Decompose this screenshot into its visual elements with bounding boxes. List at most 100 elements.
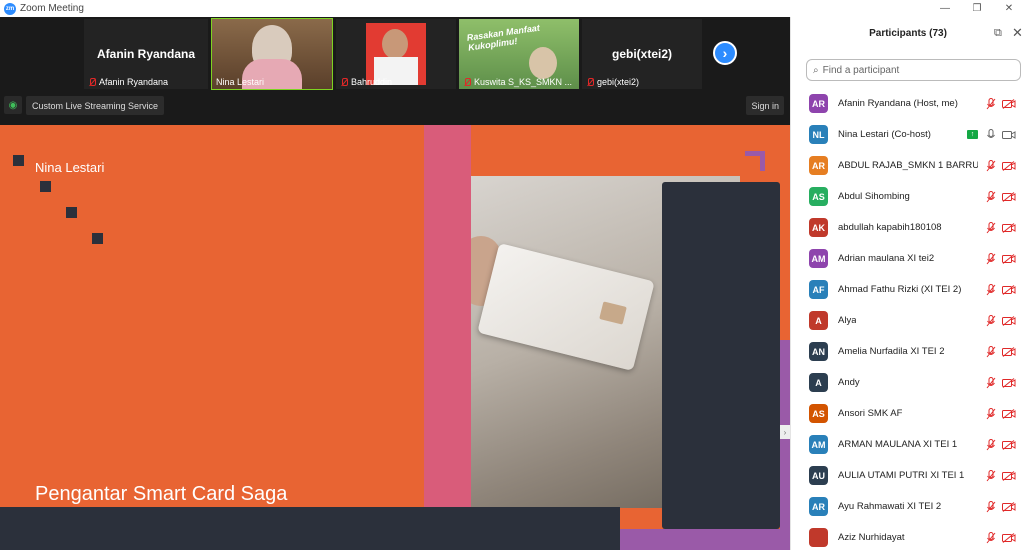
- title-bar: zm Zoom Meeting — ❐ ✕: [0, 0, 1024, 17]
- camera-off-icon[interactable]: [1002, 532, 1016, 543]
- participant-name: AULIA UTAMI PUTRI XI TEI 1: [838, 470, 965, 481]
- participant-name: Amelia Nurfadila XI TEI 2: [838, 346, 945, 357]
- participant-search[interactable]: ⌕: [806, 59, 1021, 81]
- mic-muted-icon[interactable]: [986, 376, 996, 389]
- meeting-toolbar: ◉ Custom Live Streaming Service Sign in: [0, 93, 790, 119]
- participant-name: ABDUL RAJAB_SMKN 1 BARRU: [838, 160, 978, 171]
- mic-muted-icon[interactable]: [986, 345, 996, 358]
- participant-name: Afanin Ryandana (Host, me): [838, 98, 958, 109]
- participant-row[interactable]: AF Ahmad Fathu Rizki (XI TEI 2): [791, 274, 1024, 305]
- camera-off-icon[interactable]: [1002, 222, 1016, 233]
- mic-muted-icon[interactable]: [986, 314, 996, 327]
- avatar: [809, 528, 828, 547]
- slide-decoration: [780, 340, 790, 550]
- mic-muted-icon: [463, 77, 471, 87]
- slide-decoration: [40, 181, 51, 192]
- sign-in-button[interactable]: Sign in: [746, 96, 784, 115]
- camera-off-icon[interactable]: [1002, 98, 1016, 109]
- panel-handle-icon[interactable]: ›: [780, 425, 790, 439]
- next-page-icon[interactable]: ›: [713, 41, 737, 65]
- avatar: AR: [809, 94, 828, 113]
- tile-name: Bahruddin: [351, 77, 393, 87]
- camera-off-icon[interactable]: [1002, 284, 1016, 295]
- camera-off-icon[interactable]: [1002, 439, 1016, 450]
- participant-name: Andy: [838, 377, 860, 388]
- camera-off-icon[interactable]: [1002, 160, 1016, 171]
- camera-off-icon[interactable]: [1002, 408, 1016, 419]
- mic-muted-icon[interactable]: [986, 159, 996, 172]
- mic-muted-icon[interactable]: [986, 221, 996, 234]
- shared-screen: Nina Lestari Pengantar Smart Card Saga ›: [0, 125, 790, 550]
- participant-row[interactable]: AK abdullah kapabih180108: [791, 212, 1024, 243]
- camera-icon[interactable]: [1002, 130, 1016, 140]
- avatar: AR: [809, 156, 828, 175]
- camera-off-icon[interactable]: [1002, 191, 1016, 202]
- close-panel-icon[interactable]: ✕: [1012, 25, 1023, 41]
- avatar: AN: [809, 342, 828, 361]
- camera-off-icon[interactable]: [1002, 377, 1016, 388]
- live-streaming-button[interactable]: Custom Live Streaming Service: [26, 96, 165, 115]
- participant-name: Adrian maulana XI tei2: [838, 253, 935, 264]
- mic-muted-icon[interactable]: [986, 438, 996, 451]
- pop-out-icon[interactable]: ⧉: [994, 27, 1002, 40]
- mic-muted-icon[interactable]: [986, 252, 996, 265]
- mic-muted-icon[interactable]: [986, 97, 996, 110]
- tile-name: Kuswita S_KS_SMKN ...: [474, 77, 573, 87]
- mic-muted-icon[interactable]: [986, 531, 996, 544]
- video-tile[interactable]: Bahruddin: [336, 19, 456, 89]
- search-input[interactable]: [822, 64, 1003, 76]
- mic-muted-icon[interactable]: [986, 500, 996, 513]
- participant-row[interactable]: A Alya: [791, 305, 1024, 336]
- mic-icon[interactable]: [986, 128, 996, 141]
- participant-row[interactable]: AM Adrian maulana XI tei2: [791, 243, 1024, 274]
- participant-row[interactable]: AS Abdul Sihombing: [791, 181, 1024, 212]
- participant-row[interactable]: AS Ansori SMK AF: [791, 398, 1024, 429]
- participant-row[interactable]: AU AULIA UTAMI PUTRI XI TEI 1: [791, 460, 1024, 491]
- participant-row[interactable]: Aziz Nurhidayat: [791, 522, 1024, 553]
- camera-off-icon[interactable]: [1002, 346, 1016, 357]
- participant-big-name: gebi(xtei2): [611, 47, 672, 61]
- live-stream-icon[interactable]: ◉: [4, 96, 22, 114]
- avatar: AK: [809, 218, 828, 237]
- minimize-icon[interactable]: —: [930, 0, 960, 17]
- restore-icon[interactable]: ❐: [962, 0, 992, 17]
- participant-row[interactable]: AR Afanin Ryandana (Host, me): [791, 88, 1024, 119]
- camera-off-icon[interactable]: [1002, 501, 1016, 512]
- close-window-icon[interactable]: ✕: [994, 0, 1024, 17]
- participant-name: abdullah kapabih180108: [838, 222, 942, 233]
- camera-off-icon[interactable]: [1002, 253, 1016, 264]
- participant-row[interactable]: A Andy: [791, 367, 1024, 398]
- participant-row[interactable]: AM ARMAN MAULANA XI TEI 1: [791, 429, 1024, 460]
- slide-decoration: [66, 207, 77, 218]
- mic-muted-icon[interactable]: [986, 190, 996, 203]
- participant-row[interactable]: NL Nina Lestari (Co-host) ↑: [791, 119, 1024, 150]
- slide-decoration: [745, 151, 765, 171]
- participant-name: Abdul Sihombing: [838, 191, 910, 202]
- avatar: A: [809, 311, 828, 330]
- slide-decoration: [13, 155, 24, 166]
- slide-title: Pengantar Smart Card Saga: [35, 483, 288, 505]
- mic-muted-icon: [340, 77, 348, 87]
- participant-row[interactable]: AR ABDUL RAJAB_SMKN 1 BARRU: [791, 150, 1024, 181]
- participant-big-name: Afanin Ryandana: [96, 47, 195, 61]
- video-area: Afanin Ryandana Afanin Ryandana Nina Les…: [0, 17, 790, 550]
- camera-off-icon[interactable]: [1002, 470, 1016, 481]
- participant-name: ARMAN MAULANA XI TEI 1: [838, 439, 958, 450]
- video-tile[interactable]: Nina Lestari: [211, 18, 333, 90]
- avatar: NL: [809, 125, 828, 144]
- participant-name: Aziz Nurhidayat: [838, 532, 905, 543]
- mic-muted-icon[interactable]: [986, 469, 996, 482]
- avatar: AU: [809, 466, 828, 485]
- video-tile[interactable]: Afanin Ryandana Afanin Ryandana: [84, 19, 208, 89]
- mic-muted-icon[interactable]: [986, 283, 996, 296]
- video-tile[interactable]: Rasakan Manfaat Kukoplimu! Kuswita S_KS_…: [459, 19, 579, 89]
- participant-row[interactable]: AN Amelia Nurfadila XI TEI 2: [791, 336, 1024, 367]
- avatar: AF: [809, 280, 828, 299]
- participants-title: Participants (73): [869, 28, 947, 39]
- camera-off-icon[interactable]: [1002, 315, 1016, 326]
- video-tile[interactable]: gebi(xtei2) gebi(xtei2): [582, 19, 702, 89]
- participants-header: Participants (73) ⧉ ✕: [791, 17, 1024, 51]
- participant-row[interactable]: AR Ayu Rahmawati XI TEI 2: [791, 491, 1024, 522]
- mic-muted-icon[interactable]: [986, 407, 996, 420]
- tile-banner-text: Rasakan Manfaat Kukoplimu!: [466, 22, 541, 53]
